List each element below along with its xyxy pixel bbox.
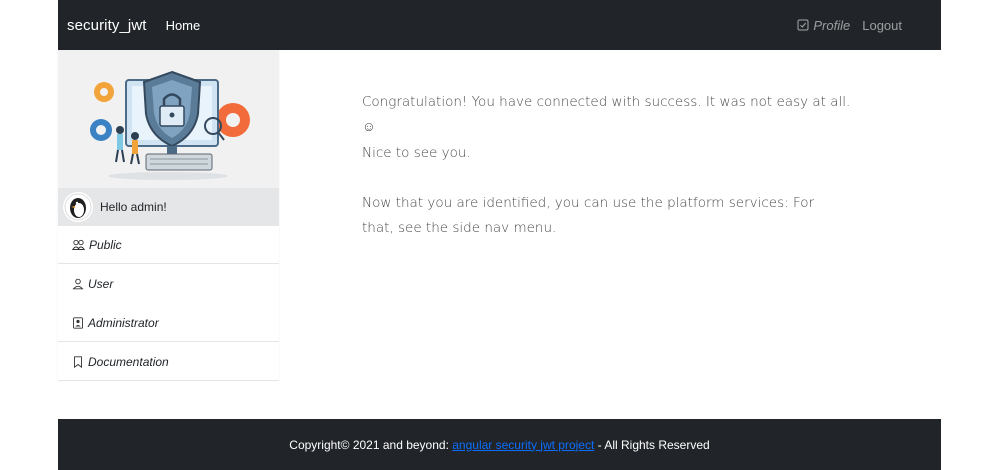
badge-icon <box>73 316 83 329</box>
avatar <box>63 192 93 222</box>
sidebar-item-label: Public <box>89 237 122 252</box>
project-link[interactable]: angular security jwt project <box>452 438 594 452</box>
top-navbar: security_jwt Home Profile Logout <box>58 0 941 50</box>
brand-link[interactable]: security_jwt <box>67 17 147 34</box>
nav-logout-link[interactable]: Logout <box>862 18 902 33</box>
profile-check-icon <box>797 19 809 31</box>
footer-prefix: Copyright© 2021 and beyond: <box>289 437 453 452</box>
security-illustration <box>58 50 279 188</box>
sidebar-item-documentation[interactable]: Documentation <box>58 343 279 381</box>
bookmark-icon <box>74 355 82 368</box>
instructions-message: Now that you are identified, you can use… <box>362 195 815 236</box>
person-icon <box>72 278 84 290</box>
greeting-message: Nice to see you. <box>362 145 471 161</box>
penguin-avatar-icon <box>64 193 92 221</box>
welcome-message: Congratulation! You have connected with … <box>362 94 851 135</box>
nav-right-group: Profile Logout <box>797 18 902 33</box>
sidebar-item-public[interactable]: Public <box>58 226 279 264</box>
footer: Copyright© 2021 and beyond: angular secu… <box>58 419 941 470</box>
people-icon <box>72 239 85 250</box>
sidebar-item-label: User <box>88 277 114 291</box>
sidebar-item-user[interactable]: User <box>58 265 279 303</box>
greeting-text: Hello admin! <box>100 200 167 214</box>
nav-profile-label: Profile <box>813 17 851 33</box>
sidebar-item-label: Administrator <box>88 315 159 330</box>
sidebar-item-administrator[interactable]: Administrator <box>58 304 279 342</box>
footer-suffix: - All Rights Reserved <box>594 437 710 452</box>
sidebar-item-label: Documentation <box>88 354 169 369</box>
sidebar: Hello admin! Public User Administrator D… <box>58 50 279 381</box>
user-greeting: Hello admin! <box>58 188 279 226</box>
nav-profile-link[interactable]: Profile <box>797 18 850 33</box>
nav-home-link[interactable]: Home <box>166 18 201 33</box>
